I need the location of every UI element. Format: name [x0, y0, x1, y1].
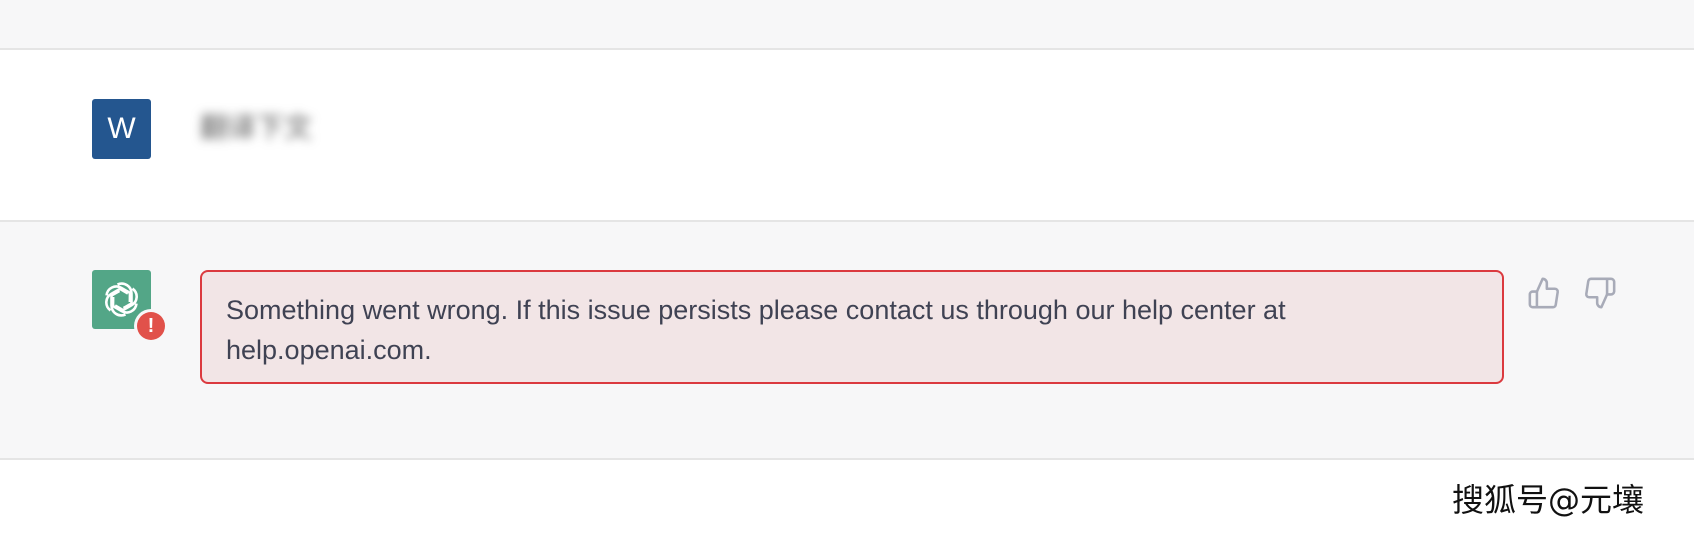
- thumbs-up-button[interactable]: [1527, 276, 1561, 310]
- thumbs-up-icon: [1528, 277, 1559, 309]
- error-message-text: Something went wrong. If this issue pers…: [226, 295, 1286, 365]
- openai-logo-icon: [105, 282, 138, 317]
- user-message-row: W 翻译下文: [0, 50, 1694, 220]
- previous-message-strip: [0, 0, 1694, 50]
- user-avatar: W: [92, 99, 151, 159]
- assistant-message-row: ! Something went wrong. If this issue pe…: [0, 220, 1694, 460]
- error-message-box: Something went wrong. If this issue pers…: [200, 270, 1504, 384]
- error-badge: !: [137, 312, 165, 340]
- thumbs-down-icon: [1585, 277, 1616, 309]
- watermark-text: 搜狐号@元壤: [1452, 481, 1645, 519]
- user-message-text: 翻译下文: [200, 111, 313, 144]
- thumbs-down-button[interactable]: [1583, 276, 1617, 310]
